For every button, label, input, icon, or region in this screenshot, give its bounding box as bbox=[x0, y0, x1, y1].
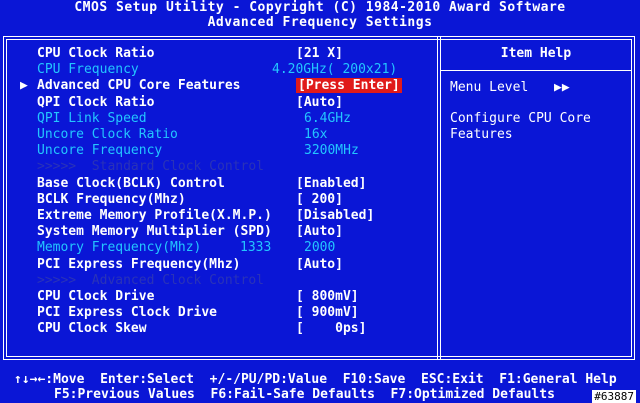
setting-label: CPU Clock Drive bbox=[37, 289, 155, 304]
setting-row: >>>>> Advanced Clock Control bbox=[0, 273, 430, 289]
setting-row[interactable]: BCLK Frequency(Mhz) [ 200] bbox=[0, 192, 430, 208]
setting-label: QPI Clock Ratio bbox=[37, 94, 155, 110]
footer-keys-line2: F5:Previous Values F6:Fail-Safe Defaults… bbox=[54, 387, 555, 402]
setting-label: Uncore Frequency bbox=[37, 143, 163, 159]
setting-row[interactable]: CPU Clock Drive [ 800mV] bbox=[0, 289, 430, 305]
setting-value[interactable]: [Auto] bbox=[296, 224, 343, 240]
setting-label: Memory Frequency(Mhz) bbox=[37, 240, 202, 256]
setting-value[interactable]: [ 0ps] bbox=[296, 321, 366, 337]
setting-label: >>>>> Standard Clock Control bbox=[37, 159, 264, 175]
setting-value[interactable]: [21 X] bbox=[296, 46, 343, 62]
setting-value[interactable]: [Enabled] bbox=[296, 176, 366, 192]
setting-row[interactable]: PCI Express Frequency(Mhz) [Auto] bbox=[0, 257, 430, 273]
setting-value: 2000 bbox=[304, 240, 336, 256]
menu-level-arrow-icon: ▶▶ bbox=[554, 80, 570, 95]
setting-label: Advanced CPU Core Features bbox=[37, 78, 241, 94]
page-title: Advanced Frequency Settings bbox=[207, 15, 433, 30]
setting-row: QPI Link Speed 6.4GHz bbox=[0, 111, 430, 127]
setting-row[interactable]: ▶ Advanced CPU Core Features [Press Enter] bbox=[0, 78, 430, 94]
setting-label: PCI Express Clock Drive bbox=[37, 305, 218, 321]
setting-value: 3200MHz bbox=[304, 143, 359, 159]
setting-value: 6.4GHz bbox=[304, 110, 351, 126]
setting-row[interactable]: PCI Express Clock Drive [ 900mV] bbox=[0, 305, 430, 321]
setting-label: >>>>> Advanced Clock Control bbox=[37, 272, 264, 288]
setting-row[interactable]: Extreme Memory Profile(X.M.P.) [Disabled] bbox=[0, 208, 430, 224]
setting-value: 4.20GHz( 200x21) bbox=[272, 62, 398, 78]
press-enter-button[interactable]: [Press Enter] bbox=[296, 78, 402, 94]
setting-value-selected[interactable]: [Press Enter] bbox=[296, 78, 402, 94]
setting-value[interactable]: [ 200] bbox=[296, 192, 343, 208]
setting-value[interactable]: [ 900mV] bbox=[296, 305, 359, 321]
setting-row[interactable]: System Memory Multiplier (SPD) [Auto] bbox=[0, 224, 430, 240]
app-title: CMOS Setup Utility - Copyright (C) 1984-… bbox=[74, 0, 566, 15]
setting-label: BCLK Frequency(Mhz) bbox=[37, 191, 186, 207]
submenu-arrow-icon: ▶ bbox=[20, 78, 28, 94]
setting-extra-value: 1333 bbox=[240, 240, 272, 256]
help-separator bbox=[441, 70, 631, 71]
panel-divider bbox=[437, 36, 441, 360]
setting-row: Uncore Clock Ratio 16x bbox=[0, 127, 430, 143]
footer-keys-line1: ↑↓→←:Move Enter:Select +/-/PU/PD:Value F… bbox=[14, 372, 617, 387]
setting-value[interactable]: [Auto] bbox=[296, 257, 343, 273]
setting-value[interactable]: [Disabled] bbox=[296, 208, 374, 224]
menu-level-label: Menu Level bbox=[450, 80, 529, 95]
setting-label: Uncore Clock Ratio bbox=[37, 127, 178, 142]
setting-row[interactable]: QPI Clock Ratio [Auto] bbox=[0, 95, 430, 111]
setting-row: >>>>> Standard Clock Control bbox=[0, 159, 430, 175]
setting-row: Uncore Frequency 3200MHz bbox=[0, 143, 430, 159]
setting-row[interactable]: CPU Clock Skew [ 0ps] bbox=[0, 321, 430, 337]
setting-label: Base Clock(BCLK) Control bbox=[37, 175, 225, 191]
help-description: Configure CPU Core Features bbox=[450, 111, 591, 142]
item-help-title: Item Help bbox=[500, 46, 572, 61]
watermark: #63887 bbox=[592, 390, 636, 403]
setting-label: System Memory Multiplier (SPD) bbox=[37, 224, 272, 240]
setting-row[interactable]: Base Clock(BCLK) Control [Enabled] bbox=[0, 176, 430, 192]
setting-row: CPU Frequency 4.20GHz( 200x21) bbox=[0, 62, 430, 78]
setting-row: Memory Frequency(Mhz) 1333 2000 bbox=[0, 240, 430, 256]
setting-label: CPU Clock Skew bbox=[37, 321, 147, 337]
setting-label: PCI Express Frequency(Mhz) bbox=[37, 256, 241, 272]
setting-label: QPI Link Speed bbox=[37, 110, 147, 126]
setting-value[interactable]: [Auto] bbox=[296, 95, 343, 111]
setting-value[interactable]: [ 800mV] bbox=[296, 289, 359, 305]
setting-label: CPU Clock Ratio bbox=[37, 46, 155, 61]
setting-value: 16x bbox=[304, 127, 328, 142]
setting-row[interactable]: CPU Clock Ratio [21 X] bbox=[0, 46, 430, 62]
setting-label: Extreme Memory Profile(X.M.P.) bbox=[37, 208, 272, 223]
setting-label: CPU Frequency bbox=[37, 62, 139, 78]
menu-level: Menu Level ▶▶ bbox=[450, 80, 570, 95]
